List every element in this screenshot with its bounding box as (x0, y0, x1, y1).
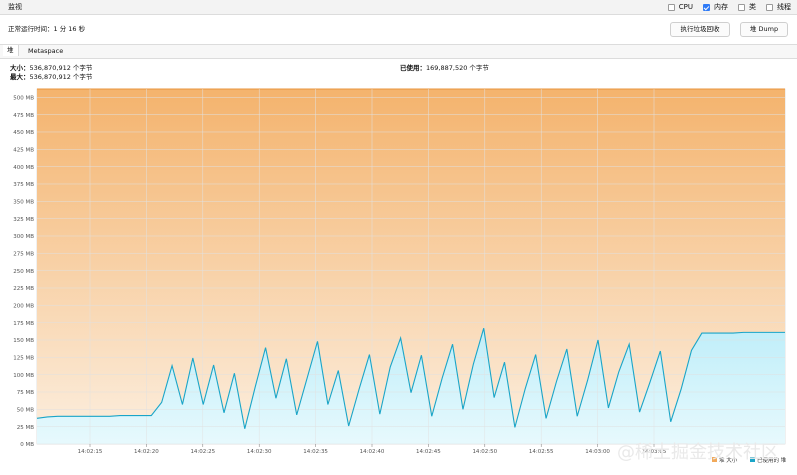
tab-metaspace[interactable]: Metaspace (24, 47, 67, 55)
memory-tabs: 堆 Metaspace (0, 44, 797, 59)
x-tick-label: 14:02:55 (529, 449, 554, 455)
y-tick-label: 425 MB (13, 148, 34, 154)
y-tick-label: 350 MB (13, 200, 34, 206)
y-tick-label: 325 MB (13, 217, 34, 223)
y-tick-label: 225 MB (13, 286, 34, 292)
y-tick-label: 100 MB (13, 373, 34, 379)
y-tick-label: 150 MB (13, 338, 34, 344)
checked-checkbox-icon (703, 3, 710, 11)
checkbox-label: CPU (678, 3, 693, 11)
size-label: 大小： (10, 64, 30, 72)
y-tick-label: 200 MB (13, 304, 34, 310)
memory-checkbox[interactable]: 内存 (703, 2, 728, 12)
x-tick-label: 14:02:40 (360, 449, 385, 455)
y-tick-label: 175 MB (13, 321, 34, 327)
y-tick-label: 300 MB (13, 234, 34, 240)
uptime-text: 正常运行时间：1 分 16 秒 (8, 25, 86, 33)
heap-used-info: 已使用：169,887,520 个字节 (400, 64, 489, 73)
y-tick-label: 450 MB (13, 130, 34, 136)
x-tick-label: 14:02:20 (134, 449, 159, 455)
monitor-header: 监视 CPU 内存 类 线程 (0, 0, 797, 15)
y-tick-label: 375 MB (13, 182, 34, 188)
heap-dump-button[interactable]: 堆 Dump (740, 22, 788, 37)
size-value: 536,870,912 个字节 (29, 64, 93, 72)
checkbox-label: 内存 (714, 3, 728, 11)
x-tick-label: 14:02:15 (78, 449, 103, 455)
used-value: 169,887,520 个字节 (426, 64, 489, 72)
x-tick-label: 14:03:00 (585, 449, 610, 455)
y-tick-label: 500 MB (13, 96, 34, 102)
x-tick-label: 14:02:25 (190, 449, 215, 455)
checkbox-label: 线程 (777, 3, 791, 11)
checkbox-icon (738, 3, 745, 11)
y-tick-label: 25 MB (17, 425, 34, 431)
heap-size-info: 大小：536,870,912 个字节 最大：536,870,912 个字节 (10, 64, 92, 82)
checkbox-icon (766, 3, 773, 11)
heap-memory-chart: 0 MB 25 MB 50 MB 75 MB 100 MB 125 MB 150 MB 175… (13, 88, 787, 464)
y-tick-label: 50 MB (17, 408, 34, 414)
x-tick-label: 14:02:35 (303, 449, 328, 455)
x-tick-label: 14:02:30 (247, 449, 272, 455)
classes-checkbox[interactable]: 类 (738, 2, 756, 12)
cpu-checkbox[interactable]: CPU (667, 3, 693, 11)
tab-heap[interactable]: 堆 (3, 45, 19, 56)
x-tick-label: 14:02:50 (472, 449, 497, 455)
y-tick-label: 400 MB (13, 165, 34, 171)
y-tick-label: 0 MB (20, 442, 34, 448)
used-label: 已使用： (400, 64, 426, 72)
y-tick-label: 275 MB (13, 252, 34, 258)
threads-checkbox[interactable]: 线程 (766, 2, 791, 12)
watermark-text: @稀土掘金技术社区 (617, 442, 779, 463)
checkbox-icon (667, 3, 675, 11)
y-tick-label: 75 MB (17, 390, 34, 396)
monitor-checkbox-group: CPU 内存 类 线程 (667, 2, 791, 12)
checkbox-label: 类 (749, 3, 756, 11)
y-tick-label: 125 MB (13, 356, 34, 362)
perform-gc-button[interactable]: 执行垃圾回收 (670, 22, 730, 37)
y-tick-label: 475 MB (13, 113, 34, 119)
panel-title: 监视 (8, 3, 22, 11)
max-value: 536,870,912 个字节 (29, 73, 93, 81)
x-tick-label: 14:02:45 (416, 449, 441, 455)
max-label: 最大： (10, 73, 30, 81)
y-tick-label: 250 MB (13, 269, 34, 275)
